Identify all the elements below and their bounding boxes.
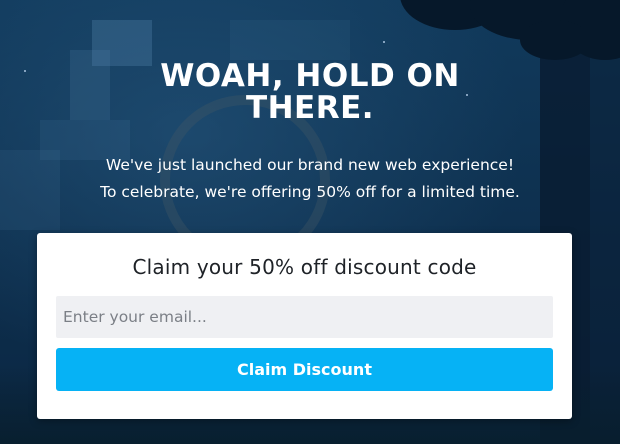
email-input[interactable] xyxy=(56,296,553,338)
hero-subtitle-line-2: To celebrate, we're offering 50% off for… xyxy=(100,183,520,201)
background-star xyxy=(383,41,385,43)
claim-discount-button[interactable]: Claim Discount xyxy=(56,348,553,391)
background-star xyxy=(24,70,26,72)
background-foliage xyxy=(520,20,590,60)
background-pixel-block xyxy=(230,20,350,60)
background-pixel-block xyxy=(70,50,110,120)
discount-form-card: Claim your 50% off discount code Claim D… xyxy=(37,233,572,419)
hero-subtitle: We've just launched our brand new web ex… xyxy=(0,152,620,206)
discount-form-heading: Claim your 50% off discount code xyxy=(132,255,477,279)
hero-subtitle-line-1: We've just launched our brand new web ex… xyxy=(105,156,515,174)
hero-title: WOAH, HOLD ON THERE. xyxy=(160,58,460,126)
